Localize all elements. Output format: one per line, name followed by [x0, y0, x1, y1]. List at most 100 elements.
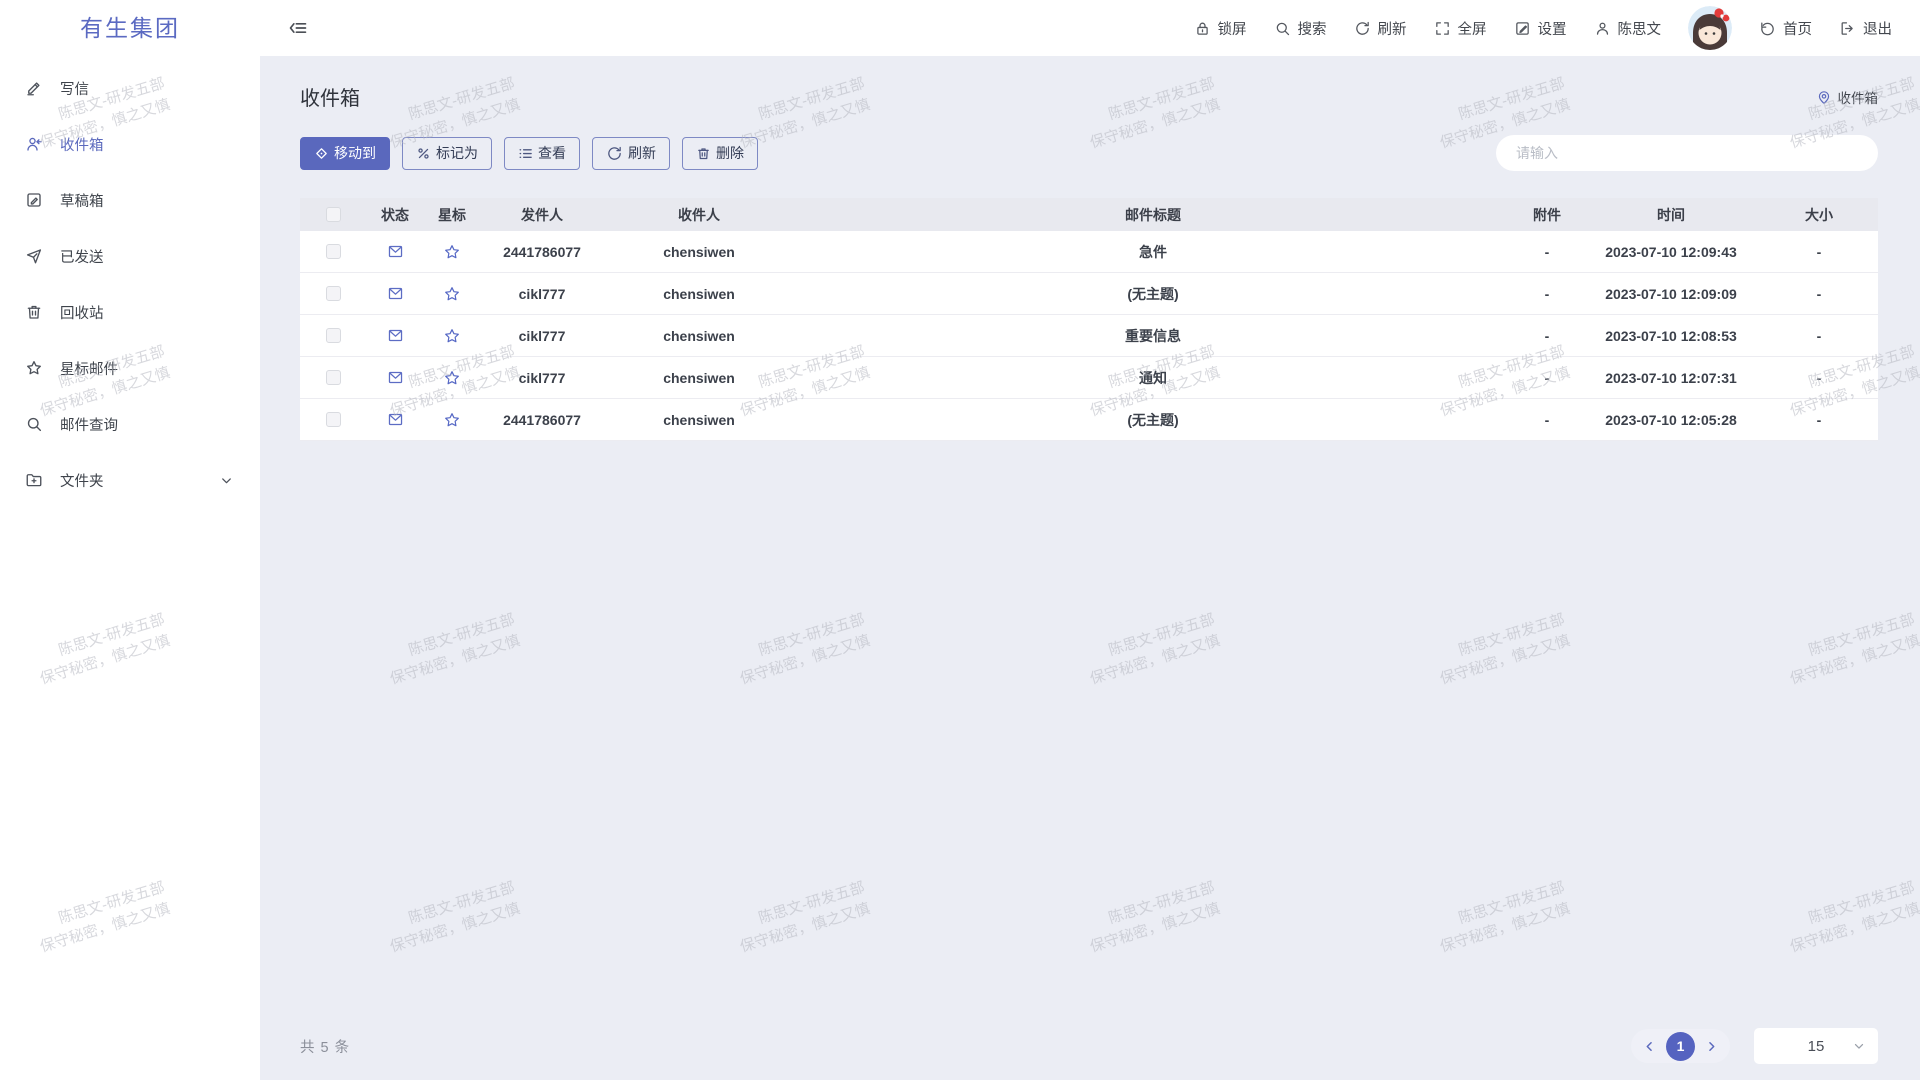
row-checkbox-cell — [300, 286, 366, 301]
star-icon[interactable] — [443, 327, 461, 345]
attachment-cell: - — [1512, 370, 1582, 386]
sender-value: cikl777 — [519, 286, 566, 302]
page-title: 收件箱 — [300, 82, 360, 111]
size-cell: - — [1760, 370, 1878, 386]
sidebar-item-sent[interactable]: 已发送 — [0, 228, 260, 284]
button-label: 移动到 — [334, 143, 376, 163]
sidebar-item-label: 文件夹 — [60, 470, 104, 491]
page-size-select[interactable]: 15 — [1754, 1028, 1878, 1064]
size-value: - — [1817, 328, 1822, 344]
button-label: 标记为 — [436, 143, 478, 163]
page-number-button[interactable]: 1 — [1666, 1032, 1695, 1061]
star-icon[interactable] — [443, 243, 461, 261]
attachment-value: - — [1545, 244, 1550, 260]
pagination: 1 — [1631, 1029, 1730, 1063]
move-to-button[interactable]: 移动到 — [300, 137, 390, 170]
row-checkbox-cell — [300, 370, 366, 385]
row-checkbox[interactable] — [326, 370, 341, 385]
next-page-icon[interactable] — [1704, 1039, 1719, 1054]
topbar-action-label: 刷新 — [1378, 18, 1407, 39]
subject-value: 重要信息 — [1125, 326, 1181, 346]
topbar-action-label: 锁屏 — [1218, 18, 1247, 39]
breadcrumb-label: 收件箱 — [1838, 87, 1879, 107]
topbar-action-home[interactable]: 首页 — [1759, 18, 1812, 39]
refresh-icon — [606, 145, 623, 162]
sidebar-item-drafts[interactable]: 草稿箱 — [0, 172, 260, 228]
subject-cell[interactable]: 重要信息 — [794, 326, 1512, 346]
topbar-action-settings[interactable]: 设置 — [1514, 18, 1567, 39]
attachment-cell: - — [1512, 286, 1582, 302]
sidebar-item-trash[interactable]: 回收站 — [0, 284, 260, 340]
size-cell: - — [1760, 286, 1878, 302]
size-cell: - — [1760, 244, 1878, 260]
chevron-down-icon[interactable] — [219, 473, 234, 488]
column-header-label: 附件 — [1533, 205, 1561, 225]
star-icon[interactable] — [443, 285, 461, 303]
button-label: 删除 — [716, 143, 744, 163]
header-checkbox-cell — [300, 207, 366, 222]
attachment-value: - — [1545, 328, 1550, 344]
subject-cell[interactable]: (无主题) — [794, 284, 1512, 304]
size-value: - — [1817, 370, 1822, 386]
logout-icon — [1839, 20, 1856, 37]
sidebar: 写信收件箱草稿箱已发送回收站星标邮件邮件查询文件夹 — [0, 56, 260, 1080]
starred-icon — [25, 359, 43, 377]
sidebar-item-label: 已发送 — [60, 246, 104, 267]
topbar-action-lock[interactable]: 锁屏 — [1194, 18, 1247, 39]
row-checkbox-cell — [300, 412, 366, 427]
topbar-action-user[interactable]: 陈思文 — [1594, 18, 1662, 39]
table-row[interactable]: 2441786077chensiwen(无主题)-2023-07-10 12:0… — [300, 399, 1878, 441]
delete-icon — [696, 146, 711, 161]
star-icon[interactable] — [443, 411, 461, 429]
sidebar-item-compose[interactable]: 写信 — [0, 60, 260, 116]
subject-value: (无主题) — [1127, 410, 1178, 430]
row-checkbox[interactable] — [326, 412, 341, 427]
table-row[interactable]: 2441786077chensiwen急件-2023-07-10 12:09:4… — [300, 231, 1878, 273]
star-icon[interactable] — [443, 369, 461, 387]
topbar-action-logout[interactable]: 退出 — [1839, 18, 1892, 39]
sidebar-item-label: 星标邮件 — [60, 358, 118, 379]
view-button[interactable]: 查看 — [504, 137, 580, 170]
table-row[interactable]: cikl777chensiwen重要信息-2023-07-10 12:08:53… — [300, 315, 1878, 357]
attachment-cell: - — [1512, 244, 1582, 260]
top-bar: 有生集团 锁屏搜索刷新全屏设置陈思文 首页退出 — [0, 0, 1920, 56]
subject-value: 急件 — [1139, 242, 1167, 262]
status-cell — [366, 369, 424, 386]
topbar-action-refresh[interactable]: 刷新 — [1354, 18, 1407, 39]
delete-button[interactable]: 删除 — [682, 137, 758, 170]
subject-cell[interactable]: 急件 — [794, 242, 1512, 262]
recipient-cell: chensiwen — [604, 328, 794, 344]
subject-cell[interactable]: (无主题) — [794, 410, 1512, 430]
time-value: 2023-07-10 12:05:28 — [1605, 412, 1737, 428]
select-all-checkbox[interactable] — [326, 207, 341, 222]
attachment-cell: - — [1512, 328, 1582, 344]
sidebar-item-label: 草稿箱 — [60, 190, 104, 211]
sidebar-item-starred[interactable]: 星标邮件 — [0, 340, 260, 396]
refresh-button[interactable]: 刷新 — [592, 137, 670, 170]
row-checkbox[interactable] — [326, 286, 341, 301]
row-checkbox[interactable] — [326, 244, 341, 259]
sidebar-item-inbox[interactable]: 收件箱 — [0, 116, 260, 172]
mail-status-icon — [387, 327, 404, 344]
table-header-row: 状态星标发件人收件人邮件标题附件时间大小 — [300, 198, 1878, 231]
column-header-3: 发件人 — [480, 205, 604, 225]
mail-status-icon — [387, 243, 404, 260]
subject-cell[interactable]: 通知 — [794, 368, 1512, 388]
prev-page-icon[interactable] — [1642, 1039, 1657, 1054]
search-input[interactable] — [1496, 135, 1878, 171]
topbar-action-label: 首页 — [1783, 18, 1812, 39]
row-checkbox[interactable] — [326, 328, 341, 343]
table-row[interactable]: cikl777chensiwen(无主题)-2023-07-10 12:09:0… — [300, 273, 1878, 315]
sidebar-item-folders[interactable]: 文件夹 — [0, 452, 260, 508]
status-cell — [366, 327, 424, 344]
sidebar-collapse-icon[interactable] — [288, 18, 308, 43]
user-avatar[interactable] — [1688, 6, 1732, 50]
sent-icon — [25, 247, 43, 265]
toolbar: 移动到 标记为 查看刷新 删除 — [300, 135, 1878, 171]
sidebar-item-mail-search[interactable]: 邮件查询 — [0, 396, 260, 452]
topbar-action-search[interactable]: 搜索 — [1274, 18, 1327, 39]
topbar-action-fullscreen[interactable]: 全屏 — [1434, 18, 1487, 39]
mail-status-icon — [387, 369, 404, 386]
mark-as-button[interactable]: 标记为 — [402, 137, 492, 170]
table-row[interactable]: cikl777chensiwen通知-2023-07-10 12:07:31- — [300, 357, 1878, 399]
